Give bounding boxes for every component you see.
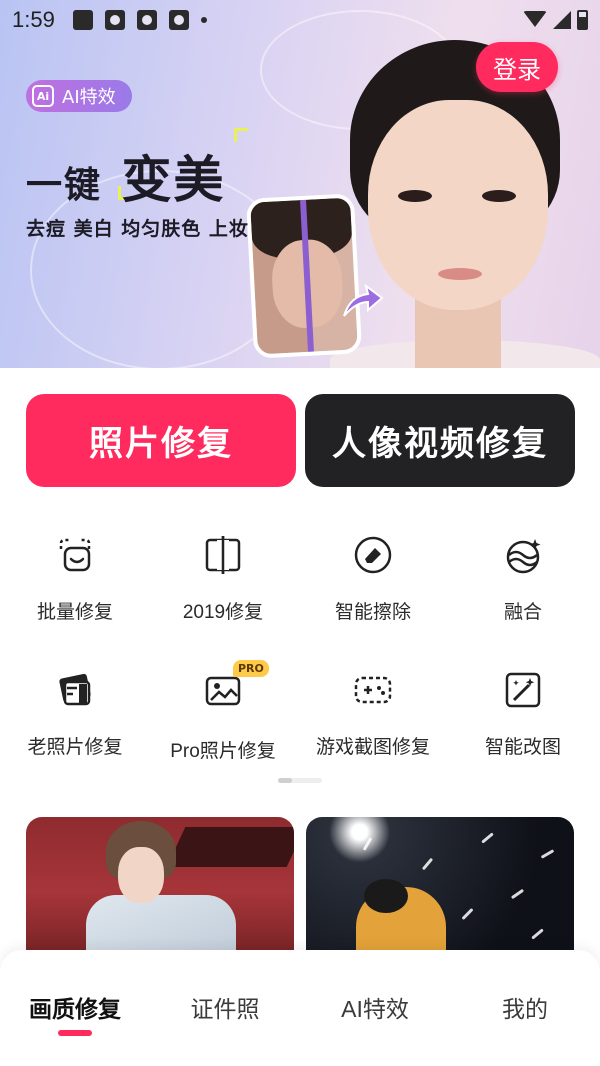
function-label: 智能改图 [484, 737, 561, 758]
bracket-decoration [234, 128, 248, 142]
blend-waves-icon [506, 539, 541, 574]
arrow-icon [343, 283, 384, 317]
photo-repair-button[interactable]: 照片修复 [26, 394, 296, 487]
eraser-icon [354, 536, 392, 574]
function-label: 2019修复 [182, 602, 264, 623]
function-label: 游戏截图修复 [315, 737, 430, 758]
paw-notification-icon [168, 10, 189, 30]
function-label: 老照片修复 [27, 737, 123, 758]
image-notification-icon [72, 10, 93, 30]
function-label: Pro照片修复 [170, 741, 276, 762]
active-tab-indicator [58, 1030, 92, 1036]
function-label: 融合 [503, 602, 542, 623]
split-frame-icon [205, 536, 241, 574]
ai-icon: Ai [32, 85, 54, 107]
gamepad-icon [354, 676, 392, 704]
smart-edit-item[interactable]: 智能改图 [448, 670, 598, 759]
magic-edit-icon [505, 672, 541, 708]
batch-repair-item[interactable]: 批量修复 [0, 535, 150, 624]
bottom-navigation: 画质修复 证件照 AI特效 我的 [0, 950, 600, 1066]
feed-card[interactable] [306, 817, 574, 967]
login-button[interactable]: 登录 [476, 42, 558, 92]
battery-icon [577, 10, 588, 30]
banner-title: 一键 变美 [26, 140, 225, 212]
tab-ai-effects[interactable]: AI特效 [300, 990, 450, 1024]
promo-banner[interactable]: 1:59 登录 Ai AI特效 一键 变美 去痘 美白 均匀肤色 上妆 [0, 0, 600, 368]
paw-notification-icon [136, 10, 157, 30]
tab-quality-repair[interactable]: 画质修复 [0, 990, 150, 1024]
portrait-video-repair-button[interactable]: 人像视频修复 [305, 394, 575, 487]
page-indicator [278, 778, 322, 783]
paw-notification-icon [104, 10, 125, 30]
repair-2019-item[interactable]: 2019修复 [148, 535, 298, 624]
cell-signal-icon [553, 11, 571, 29]
game-screenshot-repair-item[interactable]: 游戏截图修复 [298, 670, 448, 759]
batch-repair-icon [59, 538, 91, 572]
ai-tag-label: AI特效 [62, 87, 116, 108]
before-after-thumbnail [245, 193, 363, 359]
smart-erase-item[interactable]: 智能擦除 [298, 535, 448, 624]
more-notifications-dot-icon [200, 17, 207, 23]
banner-subtitle: 去痘 美白 均匀肤色 上妆 [26, 218, 249, 240]
ai-effects-tag[interactable]: Ai AI特效 [26, 80, 132, 112]
banner-title-large: 变美 [121, 150, 226, 209]
pro-photo-repair-item[interactable]: PRO Pro照片修复 [148, 660, 298, 763]
banner-title-small: 一键 [26, 164, 103, 206]
pro-badge: PRO [233, 660, 269, 677]
status-time: 1:59 [12, 7, 55, 32]
tab-id-photo[interactable]: 证件照 [150, 990, 300, 1024]
old-photo-icon [59, 673, 91, 706]
function-label: 批量修复 [36, 602, 113, 623]
wifi-icon [523, 11, 547, 27]
blend-item[interactable]: 融合 [448, 535, 598, 624]
tab-mine[interactable]: 我的 [450, 990, 600, 1024]
old-photo-repair-item[interactable]: 老照片修复 [0, 670, 150, 759]
page-indicator-active [278, 778, 292, 783]
function-label: 智能擦除 [334, 602, 411, 623]
feed-card[interactable] [26, 817, 294, 967]
